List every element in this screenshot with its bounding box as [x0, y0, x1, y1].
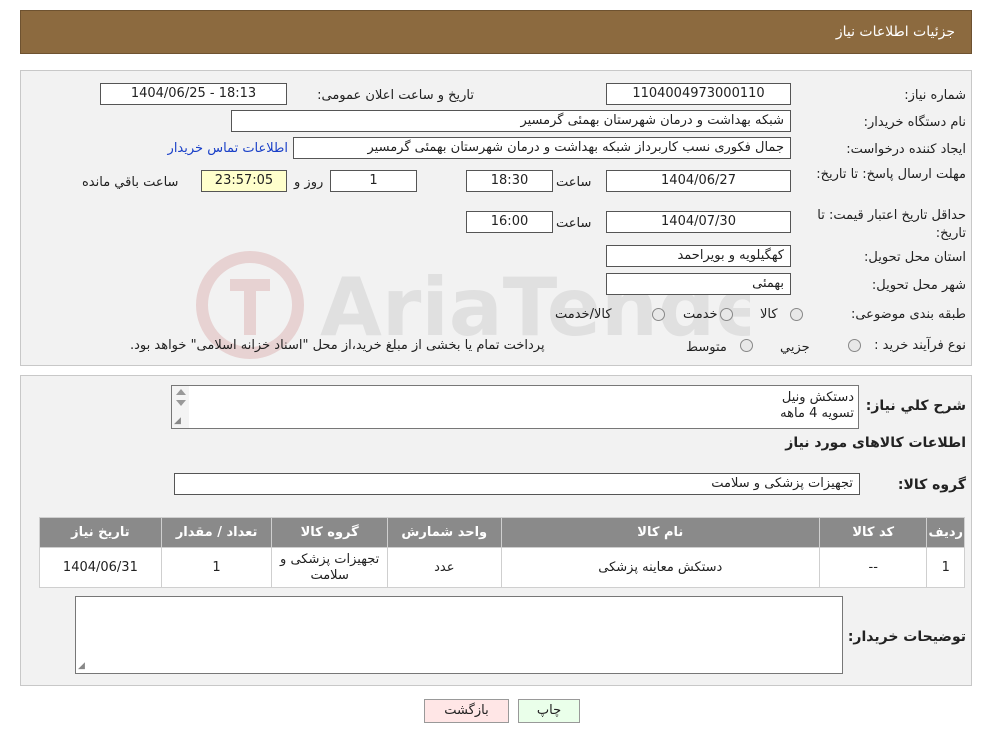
- scroll-up-icon: [176, 389, 186, 395]
- category-radio-goods-service[interactable]: [652, 308, 665, 321]
- buyer-notes-textarea[interactable]: ◢: [75, 596, 843, 674]
- deadline-label: مهلت ارسال پاسخ: تا تاریخ:: [816, 167, 966, 182]
- back-button[interactable]: بازگشت: [424, 699, 509, 723]
- category-goods-label: کالا: [760, 307, 778, 322]
- buyer-org-field: شبکه بهداشت و درمان شهرستان بهمئی گرمسیر: [231, 110, 791, 132]
- cell-unit: عدد: [386, 547, 502, 588]
- validity-time-label: ساعت: [556, 216, 592, 231]
- category-goods-service-label: کالا/خدمت: [555, 307, 612, 322]
- cell-row: 1: [926, 547, 965, 588]
- process-label: نوع فرآیند خرید :: [874, 338, 966, 353]
- cell-date: 1404/06/31: [39, 547, 162, 588]
- col-row-header: ردیف: [926, 517, 965, 548]
- col-qty-header: تعداد / مقدار: [160, 517, 273, 548]
- city-label: شهر محل تحویل:: [871, 278, 966, 293]
- process-note: پرداخت تمام یا بخشی از مبلغ خرید،از محل …: [130, 338, 545, 353]
- deadline-time-label: ساعت: [556, 175, 592, 190]
- description-label: شرح کلي نياز:: [865, 398, 966, 414]
- cell-group: تجهیزات پزشکی و سلامت: [271, 547, 388, 588]
- goods-group-field: تجهیزات پزشکی و سلامت: [174, 473, 860, 495]
- category-service-label: خدمت: [683, 307, 718, 322]
- col-unit-header: واحد شمارش: [386, 517, 502, 548]
- deadline-date-field: 1404/06/27: [606, 170, 791, 192]
- requester-label: ایجاد کننده درخواست:: [846, 142, 966, 157]
- process-radio-medium[interactable]: [740, 339, 753, 352]
- remaining-label: ساعت باقي مانده: [82, 175, 179, 190]
- buyer-org-label: نام دستگاه خریدار:: [863, 115, 966, 130]
- cell-code: --: [818, 547, 928, 588]
- validity-date-field: 1404/07/30: [606, 211, 791, 233]
- process-radio-minor[interactable]: [848, 339, 861, 352]
- contact-info-link[interactable]: اطلاعات تماس خریدار: [156, 141, 288, 156]
- validity-label: حداقل تاریخ اعتبار قیمت: تا تاریخ:: [817, 208, 966, 241]
- scroll-down-icon: [176, 400, 186, 406]
- description-line-2: تسویه 4 ماهه: [780, 406, 854, 421]
- table-header-row: ردیف کد کالا نام کالا واحد شمارش گروه کا…: [39, 517, 965, 548]
- table-row: 1 -- دستکش معاینه پزشکی عدد تجهیزات پزشک…: [39, 547, 965, 588]
- category-radio-goods[interactable]: [790, 308, 803, 321]
- days-remaining-field: 1: [330, 170, 417, 192]
- province-field: کهگیلویه و بویراحمد: [606, 245, 791, 267]
- resize-grip-icon[interactable]: ◢: [174, 417, 181, 426]
- category-radio-service[interactable]: [720, 308, 733, 321]
- cell-qty: 1: [160, 547, 273, 588]
- validity-time-field: 16:00: [466, 211, 553, 233]
- items-table: ردیف کد کالا نام کالا واحد شمارش گروه کا…: [39, 517, 965, 588]
- need-number-label: شماره نیاز:: [904, 88, 966, 103]
- page-header: جزئیات اطلاعات نیاز: [20, 10, 972, 54]
- resize-grip-icon[interactable]: ◢: [78, 662, 85, 671]
- cell-name: دستکش معاینه پزشکی: [500, 547, 820, 588]
- process-minor-label: جزیي: [780, 340, 810, 355]
- description-textarea[interactable]: ◢ دستکش ونیل تسویه 4 ماهه: [171, 385, 859, 429]
- goods-section-title: اطلاعات کالاهای مورد نیاز: [785, 435, 966, 451]
- need-number-field: 1104004973000110: [606, 83, 791, 105]
- col-name-header: نام کالا: [500, 517, 820, 548]
- province-label: استان محل تحویل:: [864, 250, 966, 265]
- requester-field: جمال فکوری نسب کاربرداز شبکه بهداشت و در…: [293, 137, 791, 159]
- col-date-header: تاریخ نیاز: [39, 517, 162, 548]
- city-field: بهمئی: [606, 273, 791, 295]
- description-line-1: دستکش ونیل: [781, 390, 854, 405]
- process-medium-label: متوسط: [686, 340, 727, 355]
- category-label: طبقه بندی موضوعی:: [850, 307, 966, 322]
- buyer-notes-label: توضیحات خریدار:: [847, 629, 966, 645]
- col-group-header: گروه کالا: [271, 517, 388, 548]
- print-button[interactable]: چاپ: [518, 699, 580, 723]
- announce-field: 1404/06/25 - 18:13: [100, 83, 287, 105]
- announce-label: تاریخ و ساعت اعلان عمومی:: [317, 88, 474, 103]
- col-code-header: کد کالا: [818, 517, 928, 548]
- remaining-time-field: 23:57:05: [201, 170, 287, 192]
- days-label: روز و: [294, 175, 324, 190]
- goods-group-label: گروه کالا:: [897, 477, 966, 493]
- page-title: جزئیات اطلاعات نیاز: [835, 24, 955, 40]
- deadline-time-field: 18:30: [466, 170, 553, 192]
